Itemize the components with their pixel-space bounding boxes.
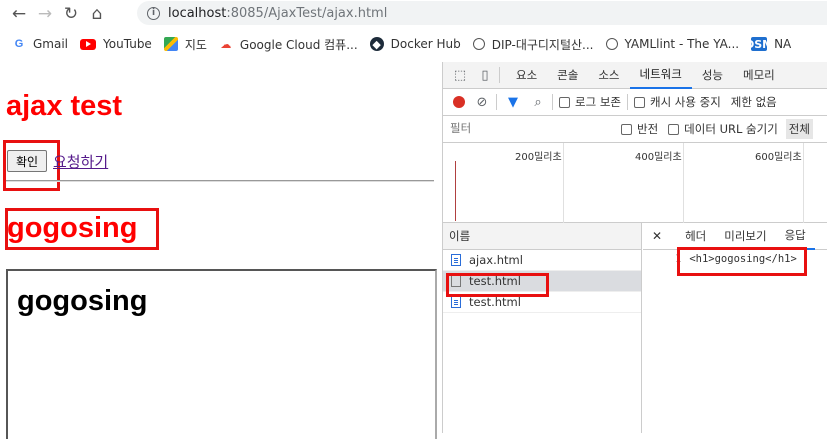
bookmark-label: YouTube xyxy=(103,37,152,51)
url-host: localhost xyxy=(168,5,227,21)
tab-network[interactable]: 네트워크 xyxy=(629,62,692,89)
page-title: ajax test xyxy=(6,90,123,122)
divider xyxy=(6,180,434,182)
filter-all-button[interactable]: 전체 xyxy=(785,119,813,139)
bookmark-docker-hub[interactable]: ◆ Docker Hub xyxy=(369,37,461,51)
checkbox-icon[interactable] xyxy=(559,97,570,108)
invert-checkbox[interactable]: 반전 xyxy=(621,121,658,137)
highlight-box-result xyxy=(5,208,159,250)
clear-icon[interactable]: ⊘ xyxy=(474,94,490,110)
timeline-gridline xyxy=(683,143,684,223)
checkbox-icon[interactable] xyxy=(621,124,632,135)
tab-memory[interactable]: 메모리 xyxy=(733,62,785,89)
cloud-icon: ☁ xyxy=(220,37,232,51)
bookmarks-bar: G Gmail YouTube 지도 ☁ Google Cloud 컴퓨... ◆ D… xyxy=(0,30,827,58)
tab-performance[interactable]: 성능 xyxy=(692,62,733,89)
request-list: 이름 ajax.html test.html test.html xyxy=(443,223,642,433)
highlight-box-request xyxy=(446,273,549,297)
bookmark-maps[interactable]: 지도 xyxy=(163,36,207,53)
tab-elements[interactable]: 요소 xyxy=(506,62,547,89)
separator xyxy=(496,94,497,110)
bookmark-dip[interactable]: DIP-대구디지털산... xyxy=(472,36,594,53)
document-icon xyxy=(451,296,461,308)
checkbox-icon[interactable] xyxy=(633,97,645,108)
record-icon[interactable] xyxy=(453,96,465,108)
globe-icon xyxy=(605,38,618,50)
bookmark-label: DIP-대구디지털산... xyxy=(491,37,594,52)
site-info-icon[interactable]: i xyxy=(147,6,160,20)
tab-sources[interactable]: 소스 xyxy=(588,62,629,89)
tab-console[interactable]: 콘솔 xyxy=(547,62,588,89)
dsm-icon: DSM xyxy=(745,37,774,51)
forward-arrow-icon[interactable]: → xyxy=(32,2,58,26)
iframe-frame: gogosing xyxy=(6,269,437,439)
highlight-box-response xyxy=(677,247,807,276)
document-icon xyxy=(451,254,461,266)
web-page: ajax test 확인 요청하기 gogosing gogosing xyxy=(0,62,442,439)
reload-icon[interactable]: ↻ xyxy=(58,2,84,26)
request-name: test.html xyxy=(469,295,521,309)
home-icon[interactable]: ⌂ xyxy=(84,2,110,26)
invert-label: 반전 xyxy=(637,122,659,136)
bookmark-google-cloud[interactable]: ☁ Google Cloud 컴퓨... xyxy=(219,36,358,53)
separator xyxy=(626,94,628,110)
youtube-icon xyxy=(80,38,97,50)
timeline-mark: 400밀리초 xyxy=(635,152,682,163)
tab-response[interactable]: 응답 xyxy=(775,223,815,250)
checkbox-icon[interactable] xyxy=(668,124,680,135)
hide-data-urls-checkbox[interactable]: 데이터 URL 숨기기 xyxy=(668,121,778,137)
bookmark-gmail[interactable]: G Gmail xyxy=(12,37,68,51)
preserve-log-label: 로그 보존 xyxy=(575,95,621,109)
inspect-icon[interactable]: ⬚ xyxy=(452,67,468,83)
filter-icon[interactable]: ▼ xyxy=(505,94,521,110)
timeline-load-marker xyxy=(455,161,456,221)
request-row[interactable]: ajax.html xyxy=(443,250,641,271)
bookmark-label: YAMLlint - The YA... xyxy=(624,37,740,51)
filter-bar: 반전 데이터 URL 숨기기 전체 xyxy=(443,116,827,143)
network-timeline: 200밀리초 400밀리초 600밀리초 xyxy=(443,143,827,223)
detail-tabs: ✕ 헤더 미리보기 응답 xyxy=(643,223,827,250)
timeline-mark: 600밀리초 xyxy=(755,152,802,163)
separator xyxy=(499,67,500,83)
tab-headers[interactable]: 헤더 xyxy=(676,223,715,250)
url-path: :8085/AjaxTest/ajax.html xyxy=(226,5,388,21)
device-toggle-icon[interactable]: ▯ xyxy=(477,67,493,83)
close-icon[interactable]: ✕ xyxy=(652,229,662,243)
name-column-header[interactable]: 이름 xyxy=(443,223,641,250)
bookmark-na[interactable]: DSM NA xyxy=(745,37,792,51)
disable-cache-checkbox[interactable]: 캐시 사용 중지 xyxy=(633,94,721,110)
browser-toolbar: ← → ↻ ⌂ i localhost:8085/AjaxTest/ajax.h… xyxy=(0,0,827,27)
back-arrow-icon[interactable]: ← xyxy=(6,2,32,26)
google-icon: G xyxy=(14,38,24,50)
timeline-gridline xyxy=(563,143,564,223)
separator xyxy=(552,94,553,110)
timeline-gridline xyxy=(803,143,804,223)
filter-input[interactable] xyxy=(448,120,613,138)
disable-cache-label: 캐시 사용 중지 xyxy=(649,95,721,109)
preserve-log-checkbox[interactable]: 로그 보존 xyxy=(559,94,621,110)
bookmark-label: NA xyxy=(774,37,792,51)
bookmark-yamllint[interactable]: YAMLlint - The YA... xyxy=(605,37,740,51)
request-link[interactable]: 요청하기 xyxy=(53,151,108,172)
iframe-heading: gogosing xyxy=(17,285,148,317)
timeline-mark: 200밀리초 xyxy=(515,152,562,163)
address-bar[interactable]: i localhost:8085/AjaxTest/ajax.html xyxy=(137,1,827,25)
network-toolbar: ⊘ ▼ ⌕ 로그 보존 캐시 사용 중지 제한 없음 xyxy=(443,89,827,116)
maps-icon xyxy=(163,37,178,51)
devtools-tabs: ⬚ ▯ 요소 콘솔 소스 네트워크 성능 메모리 xyxy=(443,62,827,89)
highlight-box-confirm xyxy=(3,140,60,191)
tab-preview[interactable]: 미리보기 xyxy=(715,223,775,250)
bookmark-label: 지도 xyxy=(184,37,207,52)
bookmark-label: Google Cloud 컴퓨... xyxy=(239,37,358,52)
bookmark-label: Docker Hub xyxy=(390,37,461,51)
docker-icon: ◆ xyxy=(369,37,384,51)
search-icon[interactable]: ⌕ xyxy=(530,94,546,110)
globe-icon xyxy=(472,38,485,50)
request-name: ajax.html xyxy=(469,253,523,267)
bookmark-youtube[interactable]: YouTube xyxy=(80,37,152,51)
bookmark-label: Gmail xyxy=(33,37,69,51)
hide-data-urls-label: 데이터 URL 숨기기 xyxy=(684,122,778,136)
throttle-select[interactable]: 제한 없음 xyxy=(731,94,777,110)
devtools-panel: ⬚ ▯ 요소 콘솔 소스 네트워크 성능 메모리 ⊘ ▼ ⌕ 로그 보존 캐시 … xyxy=(442,62,827,433)
